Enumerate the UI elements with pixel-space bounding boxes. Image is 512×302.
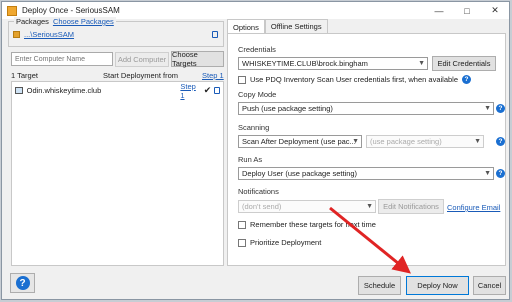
package-name[interactable]: ...\SeriousSAM [24,30,74,39]
configure-email-link[interactable]: Configure Email [447,203,500,212]
packages-group: Packages Choose Packages ...\SeriousSAM [8,17,224,47]
target-step-link[interactable]: Step 1 [180,82,200,100]
scan-profile-value: (use package setting) [370,137,442,146]
package-icon [13,31,20,38]
app-icon [7,5,17,16]
target-name: Odin.whiskeytime.club [26,86,102,95]
minimize-icon[interactable]: — [425,2,453,19]
target-lock-icon[interactable] [214,87,220,94]
copy-mode-label: Copy Mode [238,90,277,99]
prioritize-label: Prioritize Deployment [250,238,322,247]
package-item[interactable]: ...\SeriousSAM [13,30,74,39]
run-as-value: Deploy User (use package setting) [242,169,358,178]
deploy-once-window: Deploy Once - SeriousSAM — □ ✕ Packages … [1,1,510,300]
chevron-down-icon: ▼ [366,203,373,210]
prioritize-checkbox[interactable] [238,238,246,247]
prioritize-row[interactable]: Prioritize Deployment [238,238,321,247]
window-controls: — □ ✕ [425,2,509,19]
targets-header: 1 Target Start Deployment from Step 1 [11,71,224,80]
target-row[interactable]: Odin.whiskeytime.club Step 1 ✔ [15,82,220,100]
targets-list: Odin.whiskeytime.club Step 1 ✔ [11,81,224,266]
packages-legend: Packages Choose Packages [14,17,116,26]
choose-packages-link[interactable]: Choose Packages [53,17,114,26]
chevron-down-icon: ▼ [418,60,425,67]
help-icon[interactable]: ? [462,75,472,84]
use-scan-credentials-row[interactable]: Use PDQ Inventory Scan User credentials … [238,75,472,84]
remember-targets-label: Remember these targets for next time [250,220,376,229]
start-step-link[interactable]: Step 1 [202,71,224,80]
left-panel: Packages Choose Packages ...\SeriousSAM … [6,17,224,266]
copy-mode-help-icon[interactable]: ? [496,104,505,113]
check-icon: ✔ [203,85,212,95]
close-icon[interactable]: ✕ [481,2,509,19]
scanning-help-icon[interactable]: ? [496,137,505,146]
remember-targets-checkbox[interactable] [238,220,246,229]
window-title: Deploy Once - SeriousSAM [22,6,120,15]
credentials-label: Credentials [238,45,276,54]
copy-mode-value: Push (use package setting) [242,104,333,113]
copy-mode-dropdown[interactable]: Push (use package setting) ▼ [238,102,494,115]
credentials-dropdown[interactable]: WHISKEYTIME.CLUB\brock.bingham ▼ [238,57,428,70]
run-as-dropdown[interactable]: Deploy User (use package setting) ▼ [238,167,494,180]
lock-icon[interactable] [212,31,218,38]
scanning-label: Scanning [238,123,270,132]
computer-name-input[interactable] [11,52,113,66]
start-deployment-label: Start Deployment from [103,71,179,80]
cancel-button[interactable]: Cancel [473,276,506,295]
credentials-value: WHISKEYTIME.CLUB\brock.bingham [242,59,368,68]
notifications-label: Notifications [238,187,279,196]
scanning-dropdown[interactable]: Scan After Deployment (use pac... ▼ [238,135,362,148]
help-icon: ? [15,276,30,290]
run-as-help-icon[interactable]: ? [496,169,505,178]
computer-icon [15,87,23,94]
packages-label: Packages [16,17,49,26]
add-computer-button[interactable]: Add Computer [115,52,169,67]
run-as-label: Run As [238,155,263,164]
chevron-down-icon: ▼ [484,170,491,177]
chevron-down-icon: ▼ [352,138,359,145]
options-tabs: Options Offline Settings [227,19,328,34]
tab-options[interactable]: Options [227,19,265,34]
edit-credentials-button[interactable]: Edit Credentials [432,56,496,71]
choose-targets-button[interactable]: Choose Targets [171,50,224,68]
edit-notifications-button[interactable]: Edit Notifications [378,199,444,214]
target-count: 1 Target [11,71,38,80]
tab-offline-settings[interactable]: Offline Settings [264,19,328,33]
use-scan-credentials-label: Use PDQ Inventory Scan User credentials … [250,75,459,84]
notifications-dropdown[interactable]: (don't send) ▼ [238,200,376,213]
options-panel: Credentials WHISKEYTIME.CLUB\brock.bingh… [227,33,506,266]
deploy-now-button[interactable]: Deploy Now [406,276,469,295]
use-scan-credentials-checkbox[interactable] [238,75,246,84]
help-button[interactable]: ? [10,273,35,293]
remember-targets-row[interactable]: Remember these targets for next time [238,220,376,229]
chevron-down-icon: ▼ [484,105,491,112]
chevron-down-icon: ▼ [474,138,481,145]
schedule-button[interactable]: Schedule [358,276,401,295]
scanning-value: Scan After Deployment (use pac... [242,137,356,146]
notifications-value: (don't send) [242,202,282,211]
scan-profile-dropdown[interactable]: (use package setting) ▼ [366,135,484,148]
maximize-icon[interactable]: □ [453,2,481,19]
